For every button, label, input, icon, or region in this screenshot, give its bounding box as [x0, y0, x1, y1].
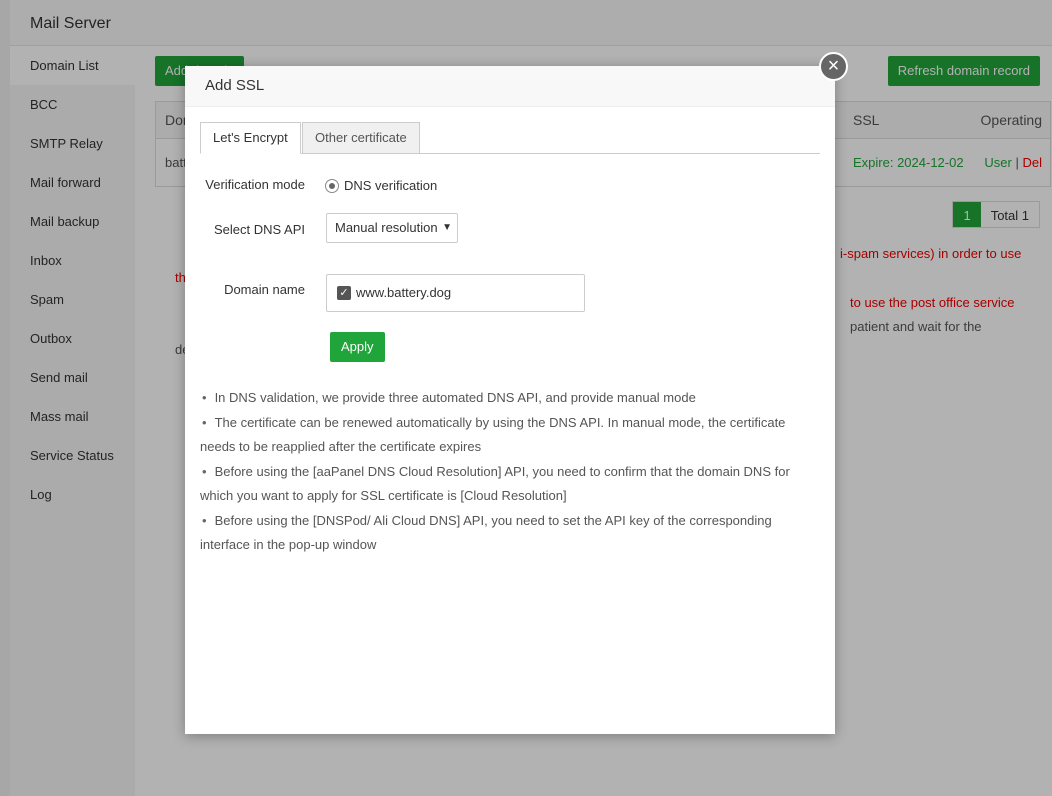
dns-api-value: Manual resolution [335, 220, 438, 235]
tip-item: In DNS validation, we provide three auto… [200, 386, 800, 411]
dialog-title: Add SSL [185, 66, 835, 107]
apply-button[interactable]: Apply [330, 332, 385, 362]
close-icon[interactable]: × [819, 52, 848, 81]
tab-bar: Let's Encrypt Other certificate [200, 122, 820, 154]
tab-other-certificate[interactable]: Other certificate [302, 122, 420, 154]
dns-verification-radio[interactable]: DNS verification [325, 178, 437, 193]
tip-item: Before using the [aaPanel DNS Cloud Reso… [200, 460, 800, 509]
dns-api-label: Select DNS API [213, 222, 305, 237]
domain-checkbox-label: www.battery.dog [356, 285, 452, 300]
tab-lets-encrypt[interactable]: Let's Encrypt [200, 122, 301, 154]
tip-item: The certificate can be renewed automatic… [200, 411, 800, 460]
radio-icon [325, 178, 339, 193]
tip-item: Before using the [DNSPod/ Ali Cloud DNS]… [200, 509, 800, 558]
domain-name-field: ✓ www.battery.dog [326, 274, 585, 312]
dns-api-select[interactable]: Manual resolution ▼ [326, 213, 458, 243]
tips-list: In DNS validation, we provide three auto… [200, 386, 800, 558]
dns-verification-label: DNS verification [344, 178, 438, 193]
domain-name-label: Domain name [224, 282, 305, 297]
domain-checkbox[interactable]: ✓ [337, 286, 351, 300]
chevron-down-icon: ▼ [442, 222, 452, 233]
add-ssl-dialog: Add SSL Let's Encrypt Other certificate … [185, 66, 835, 734]
verification-mode-label: Verification mode [205, 177, 305, 192]
